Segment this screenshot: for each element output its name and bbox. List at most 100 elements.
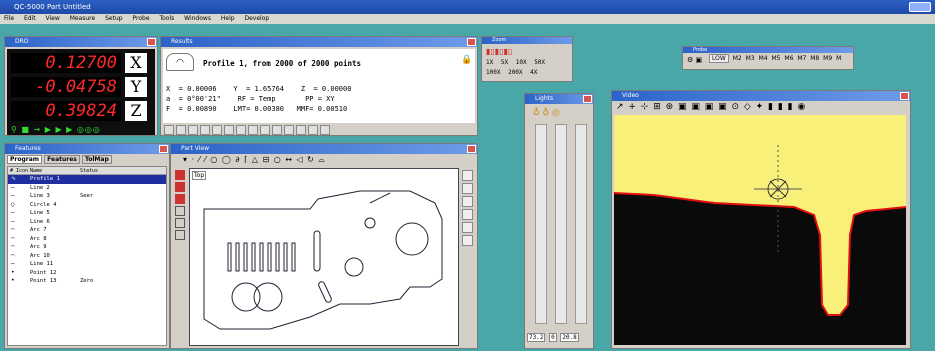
light-slider-3[interactable] (575, 124, 587, 324)
list-item[interactable]: ⌒ Arc 7 (8, 226, 166, 235)
menu-develop[interactable]: Develop (244, 15, 269, 22)
probe-m6-button[interactable]: M6 (784, 55, 793, 62)
probe-m3-button[interactable]: M3 (746, 55, 755, 62)
results-title: Results (171, 38, 193, 45)
zoom-icon[interactable] (175, 218, 185, 228)
tool-icon[interactable] (462, 183, 473, 194)
tool-button[interactable] (212, 125, 222, 135)
list-item[interactable]: ⌒ Arc 10 (8, 252, 166, 261)
tool-icon[interactable] (175, 170, 185, 180)
close-icon[interactable] (467, 38, 476, 46)
list-item[interactable]: ⌒ Arc 8 (8, 235, 166, 244)
probe-m2-button[interactable]: M2 (733, 55, 742, 62)
tool-button[interactable] (188, 125, 198, 135)
tool-button[interactable] (308, 125, 318, 135)
tab-tolmap[interactable]: TolMap (81, 155, 112, 164)
light-value-3[interactable]: 20.8 (560, 333, 579, 342)
tool-button[interactable] (272, 125, 282, 135)
list-item[interactable]: • Point 12 (8, 269, 166, 278)
zoom-10x-button[interactable]: 10X (516, 59, 527, 66)
zoom-50x-button[interactable]: 50X (534, 59, 545, 66)
tool-icon[interactable] (462, 170, 473, 181)
tool-button[interactable] (236, 125, 246, 135)
probe-m5-button[interactable]: M5 (771, 55, 780, 62)
light-value-1[interactable]: 73.2 (527, 333, 546, 342)
menu-help[interactable]: Help (221, 15, 235, 22)
list-item[interactable]: ○ Circle 4 (8, 201, 166, 210)
tool-button[interactable] (224, 125, 234, 135)
tool-button[interactable] (164, 125, 174, 135)
probe-m7-button[interactable]: M7 (797, 55, 806, 62)
probe-m9-button[interactable]: M9 (823, 55, 832, 62)
window-controls[interactable] (909, 2, 931, 12)
tool-button[interactable] (200, 125, 210, 135)
probe-low-button[interactable]: LOW (709, 54, 729, 63)
tool-icon[interactable] (175, 182, 185, 192)
list-item[interactable]: — Line 6 (8, 218, 166, 227)
tool-button[interactable] (260, 125, 270, 135)
tool-icon[interactable] (462, 196, 473, 207)
list-item[interactable]: — Line 2 (8, 184, 166, 193)
zoom-1x-button[interactable]: 1X (486, 59, 493, 66)
close-icon[interactable] (467, 145, 476, 153)
close-icon[interactable] (147, 38, 156, 46)
dro-title-bar: DRO (5, 37, 157, 47)
zoom-icon[interactable] (175, 230, 185, 240)
tool-button[interactable] (320, 125, 330, 135)
tool-icon[interactable] (462, 222, 473, 233)
part-canvas[interactable]: Top (189, 168, 459, 346)
list-item[interactable]: — Line 3 Seer (8, 192, 166, 201)
feature-icon: — (11, 209, 15, 216)
probe-icons[interactable]: ⚙ ▣ (687, 56, 702, 64)
close-icon[interactable] (900, 92, 909, 100)
dro-z-axis-button[interactable]: Z (125, 101, 147, 121)
close-icon[interactable] (159, 145, 168, 153)
list-item[interactable]: ⌒ Arc 9 (8, 243, 166, 252)
lights-window: Lights ♁ ♁ ◎ 73.2 0 20.8 (524, 93, 594, 349)
tool-icon[interactable] (462, 235, 473, 246)
tool-button[interactable] (284, 125, 294, 135)
list-item[interactable]: ∿ Profile 1 (8, 175, 166, 184)
video-feed[interactable] (614, 115, 906, 345)
zoom-icons[interactable]: ▮▯▮▯▮▯ (486, 47, 512, 56)
zoom-200x-button[interactable]: 200X (508, 69, 522, 76)
dro-y-axis-button[interactable]: Y (125, 77, 147, 97)
list-item[interactable]: — Line 11 (8, 260, 166, 269)
menu-file[interactable]: File (4, 15, 14, 22)
video-toolbar[interactable]: ↗ + ⊹ ⊞ ⊛ ▣ ▣ ▣ ▣ ⊙ ◇ ✦ ▮ ▮ ▮ ◉ (616, 102, 806, 112)
light-slider-1[interactable] (535, 124, 547, 324)
close-icon[interactable] (583, 95, 592, 103)
menu-setup[interactable]: Setup (105, 15, 122, 22)
results-panel: ◠ Profile 1, from 2000 of 2000 points X … (163, 49, 475, 123)
menu-tools[interactable]: Tools (159, 15, 174, 22)
feature-name: Arc 9 (30, 244, 47, 250)
light-slider-2[interactable] (555, 124, 567, 324)
probe-m8-button[interactable]: M8 (810, 55, 819, 62)
features-title-bar: Features (5, 144, 169, 154)
dro-toolbar[interactable]: ⚲ ■ → ▶ ▶ ▶ ◎◎◎ (11, 125, 101, 134)
tool-button[interactable] (176, 125, 186, 135)
menu-probe[interactable]: Probe (133, 15, 150, 22)
list-item[interactable]: — Line 5 (8, 209, 166, 218)
zoom-100x-button[interactable]: 100X (486, 69, 500, 76)
zoom-icon[interactable] (175, 206, 185, 216)
tool-button[interactable] (296, 125, 306, 135)
menu-edit[interactable]: Edit (24, 15, 36, 22)
probe-m-button[interactable]: M (836, 55, 841, 62)
lock-icon[interactable]: 🔒 (461, 55, 472, 65)
list-item[interactable]: • Point 13 Zero (8, 277, 166, 286)
tool-icon[interactable] (462, 209, 473, 220)
dro-x-axis-button[interactable]: X (125, 53, 147, 73)
tool-icon[interactable] (175, 194, 185, 204)
menu-windows[interactable]: Windows (184, 15, 211, 22)
zoom-4x-button[interactable]: 4X (530, 69, 537, 76)
tool-button[interactable] (248, 125, 258, 135)
tab-features[interactable]: Features (44, 155, 80, 164)
menu-view[interactable]: View (46, 15, 60, 22)
drawing-toolbar[interactable]: ▾ · ⁄ ⁄ ○ ◯ ∂ ⌈ △ ⊟ ○ ↔ ◁ ↻ ⌓ (183, 155, 326, 165)
zoom-5x-button[interactable]: 5X (501, 59, 508, 66)
light-value-2[interactable]: 0 (549, 333, 557, 342)
tab-program[interactable]: Program (7, 155, 43, 164)
menu-measure[interactable]: Measure (70, 15, 96, 22)
probe-m4-button[interactable]: M4 (759, 55, 768, 62)
